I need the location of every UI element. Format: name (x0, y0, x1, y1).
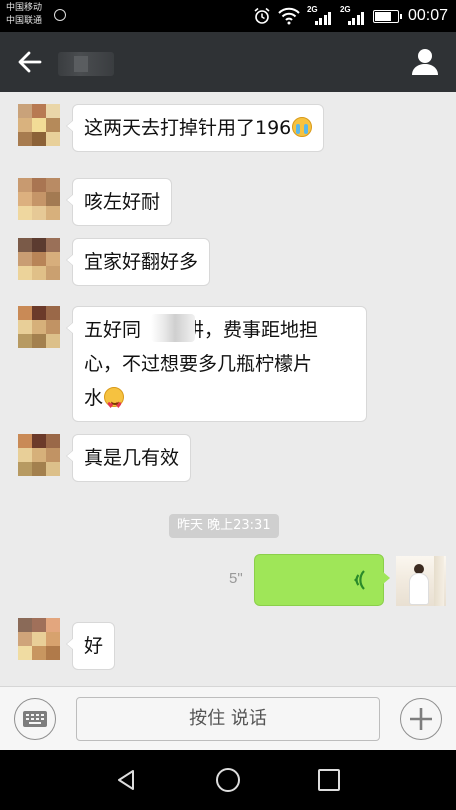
more-options-button[interactable] (400, 698, 442, 740)
contact-avatar[interactable] (18, 306, 60, 348)
system-nav-bar (0, 750, 456, 810)
plus-icon (410, 708, 432, 730)
arrow-left-icon (18, 51, 42, 73)
message-text: 好 (84, 635, 104, 657)
message-bubble[interactable]: 咳左好耐 (65, 178, 173, 226)
clock: 00:07 (407, 7, 448, 24)
square-recents-icon[interactable] (318, 769, 340, 791)
voice-message-bubble[interactable] (254, 554, 390, 606)
carrier-2: 中国联通 (6, 16, 43, 26)
chat-title (58, 52, 114, 76)
contact-avatar[interactable] (18, 178, 60, 220)
message-text: 真是几有效 (84, 447, 180, 469)
person-icon (412, 49, 438, 75)
notification-circle-icon (54, 9, 66, 21)
message-text: 宜家好翻好多 (84, 251, 199, 273)
hold-to-talk-button[interactable]: 按住 说话 (76, 697, 380, 741)
message-bubble[interactable]: 真是几有效 (65, 434, 192, 482)
message-text: 这两天去打掉针用了196 (84, 117, 292, 139)
status-icons: 2G 2G 00:07 (253, 4, 448, 28)
signal-1-icon: 2G (307, 5, 333, 25)
contact-avatar[interactable] (18, 104, 60, 146)
my-avatar[interactable] (396, 556, 446, 606)
message-bubble[interactable]: 宜家好翻好多 (65, 238, 211, 286)
back-button[interactable] (14, 46, 46, 78)
timestamp-label: 昨天 晚上23:31 (169, 514, 279, 538)
circle-home-icon[interactable] (216, 768, 240, 792)
heart-eyes-face-icon (104, 387, 125, 423)
triangle-back-icon[interactable] (114, 768, 138, 792)
crying-face-icon (292, 117, 313, 137)
wifi-icon (278, 7, 300, 25)
voice-duration: 5" (229, 570, 243, 587)
voice-wave-icon (354, 570, 365, 590)
message-list[interactable]: 这两天去打掉针用了196 咳左好耐 宜家好翻好多 五好同 讲，费事距地担 心，不过… (0, 92, 456, 686)
message-bubble[interactable]: 五好同 讲，费事距地担 心，不过想要多几瓶柠檬片 水 (66, 306, 367, 423)
alarm-icon (254, 7, 270, 24)
keyboard-icon (23, 711, 47, 727)
status-bar: 中国移动 中国联通 2G 2G 00:07 (0, 0, 456, 32)
message-text-line: 水 (84, 387, 104, 409)
contact-avatar[interactable] (18, 238, 60, 280)
message-text-line: 心，不过想要多几瓶柠檬片 (84, 353, 313, 375)
input-bar: 按住 说话 (0, 686, 456, 750)
carrier-1: 中国移动 (6, 3, 43, 13)
battery-fill (374, 11, 391, 21)
message-text: 咳左好耐 (84, 191, 161, 213)
message-text-part: 讲，费事距地担 (185, 319, 319, 341)
message-bubble[interactable]: 好 (65, 622, 116, 670)
chat-header (0, 32, 456, 92)
carrier-labels: 中国移动 中国联通 (6, 2, 42, 28)
chat-info-button[interactable] (410, 46, 440, 78)
message-text-part: 五好同 (84, 319, 142, 341)
message-bubble[interactable]: 这两天去打掉针用了196 (65, 104, 325, 152)
battery-icon (372, 9, 402, 23)
keyboard-toggle-button[interactable] (14, 698, 56, 740)
blurred-region (151, 314, 195, 342)
signal-2-icon: 2G (340, 5, 366, 25)
contact-avatar[interactable] (18, 618, 60, 660)
contact-avatar[interactable] (18, 434, 60, 476)
